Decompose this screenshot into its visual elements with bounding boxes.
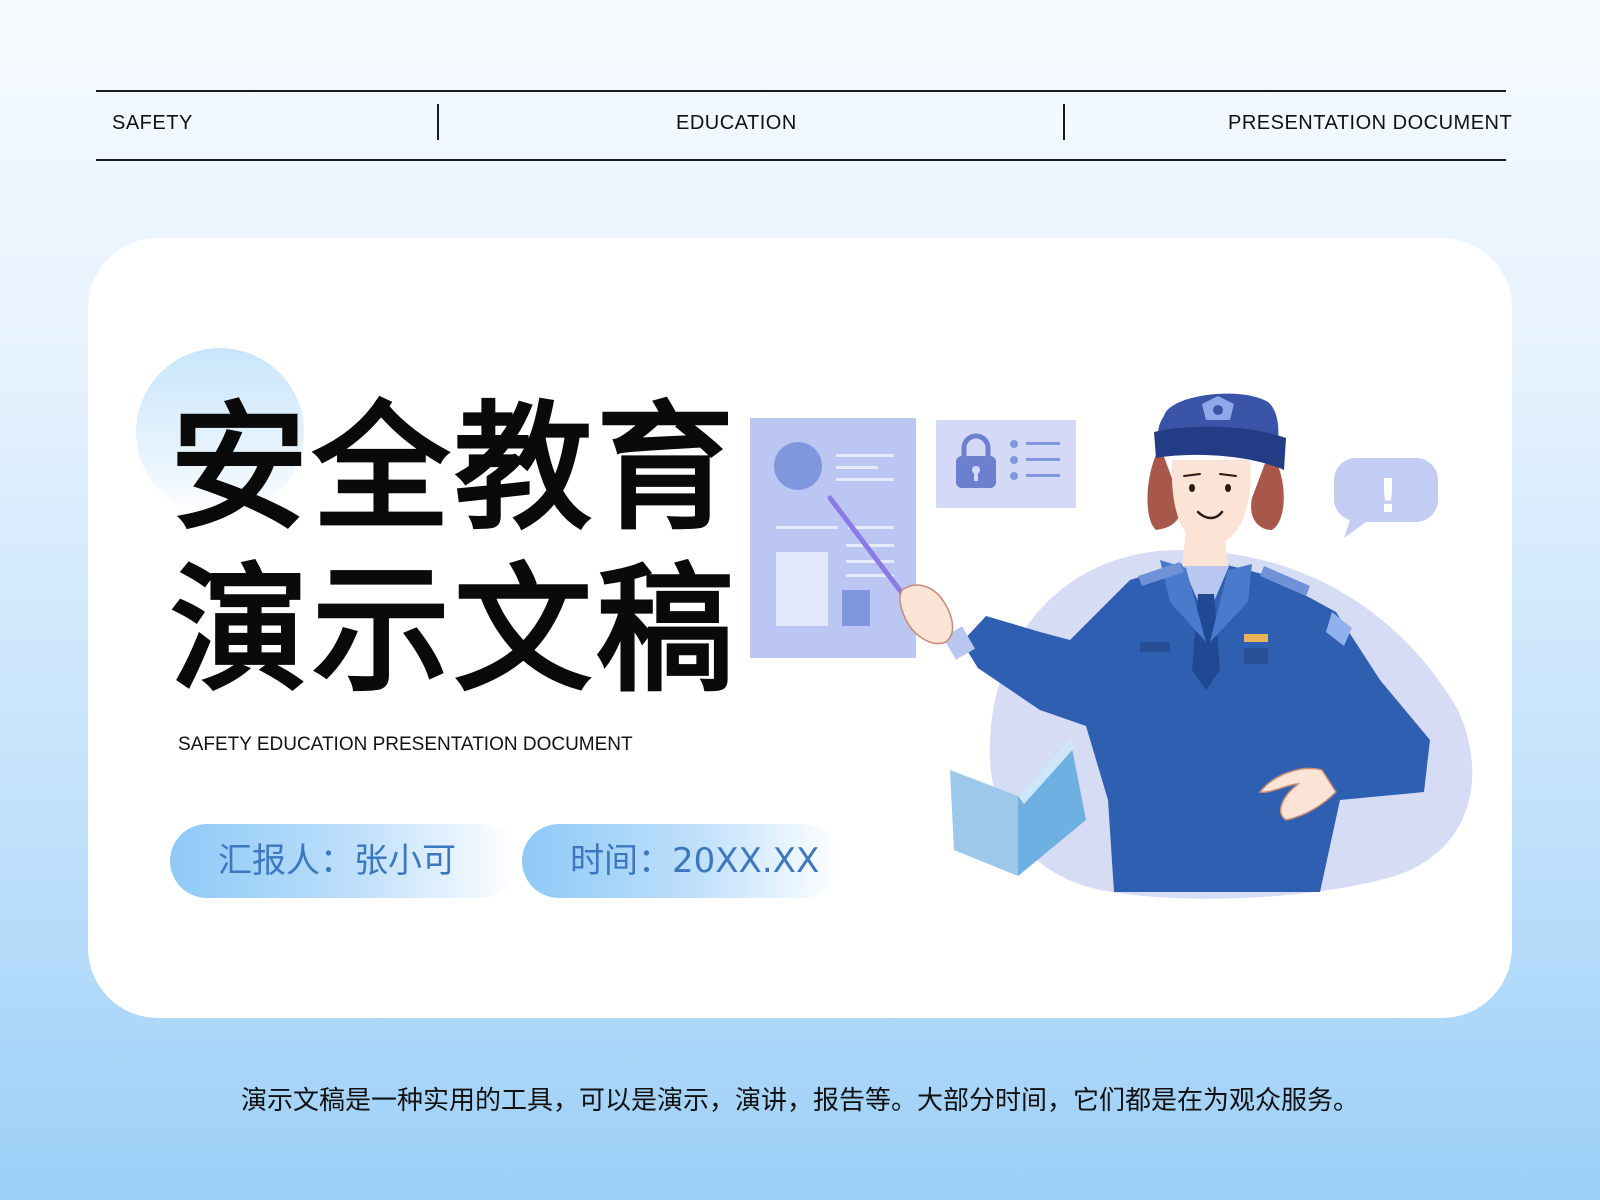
title-line-2: 演示文稿 bbox=[170, 550, 739, 711]
document-panel-icon bbox=[750, 418, 916, 658]
subtitle: SAFETY EDUCATION PRESENTATION DOCUMENT bbox=[178, 734, 633, 755]
header-divider-1 bbox=[437, 104, 439, 140]
security-officer-illustration: ! bbox=[750, 393, 1473, 899]
header-label-center: EDUCATION bbox=[676, 112, 797, 134]
header-label-right: PRESENTATION DOCUMENT bbox=[1228, 112, 1513, 134]
lock-card-icon bbox=[936, 420, 1076, 508]
alert-symbol: ! bbox=[1378, 469, 1399, 523]
header-label-left: SAFETY bbox=[112, 112, 193, 134]
header-bottom-rule bbox=[96, 159, 1506, 161]
title-line-1: 安全教育 bbox=[170, 388, 739, 549]
footer-description: 演示文稿是一种实用的工具，可以是演示，演讲，报告等。大部分时间，它们都是在为观众… bbox=[240, 1086, 1359, 1116]
alert-speech-bubble-icon: ! bbox=[1334, 458, 1438, 538]
header-top-rule bbox=[96, 90, 1506, 92]
reporter-pill: 汇报人：张小可 bbox=[170, 824, 516, 898]
header-divider-2 bbox=[1063, 104, 1065, 140]
